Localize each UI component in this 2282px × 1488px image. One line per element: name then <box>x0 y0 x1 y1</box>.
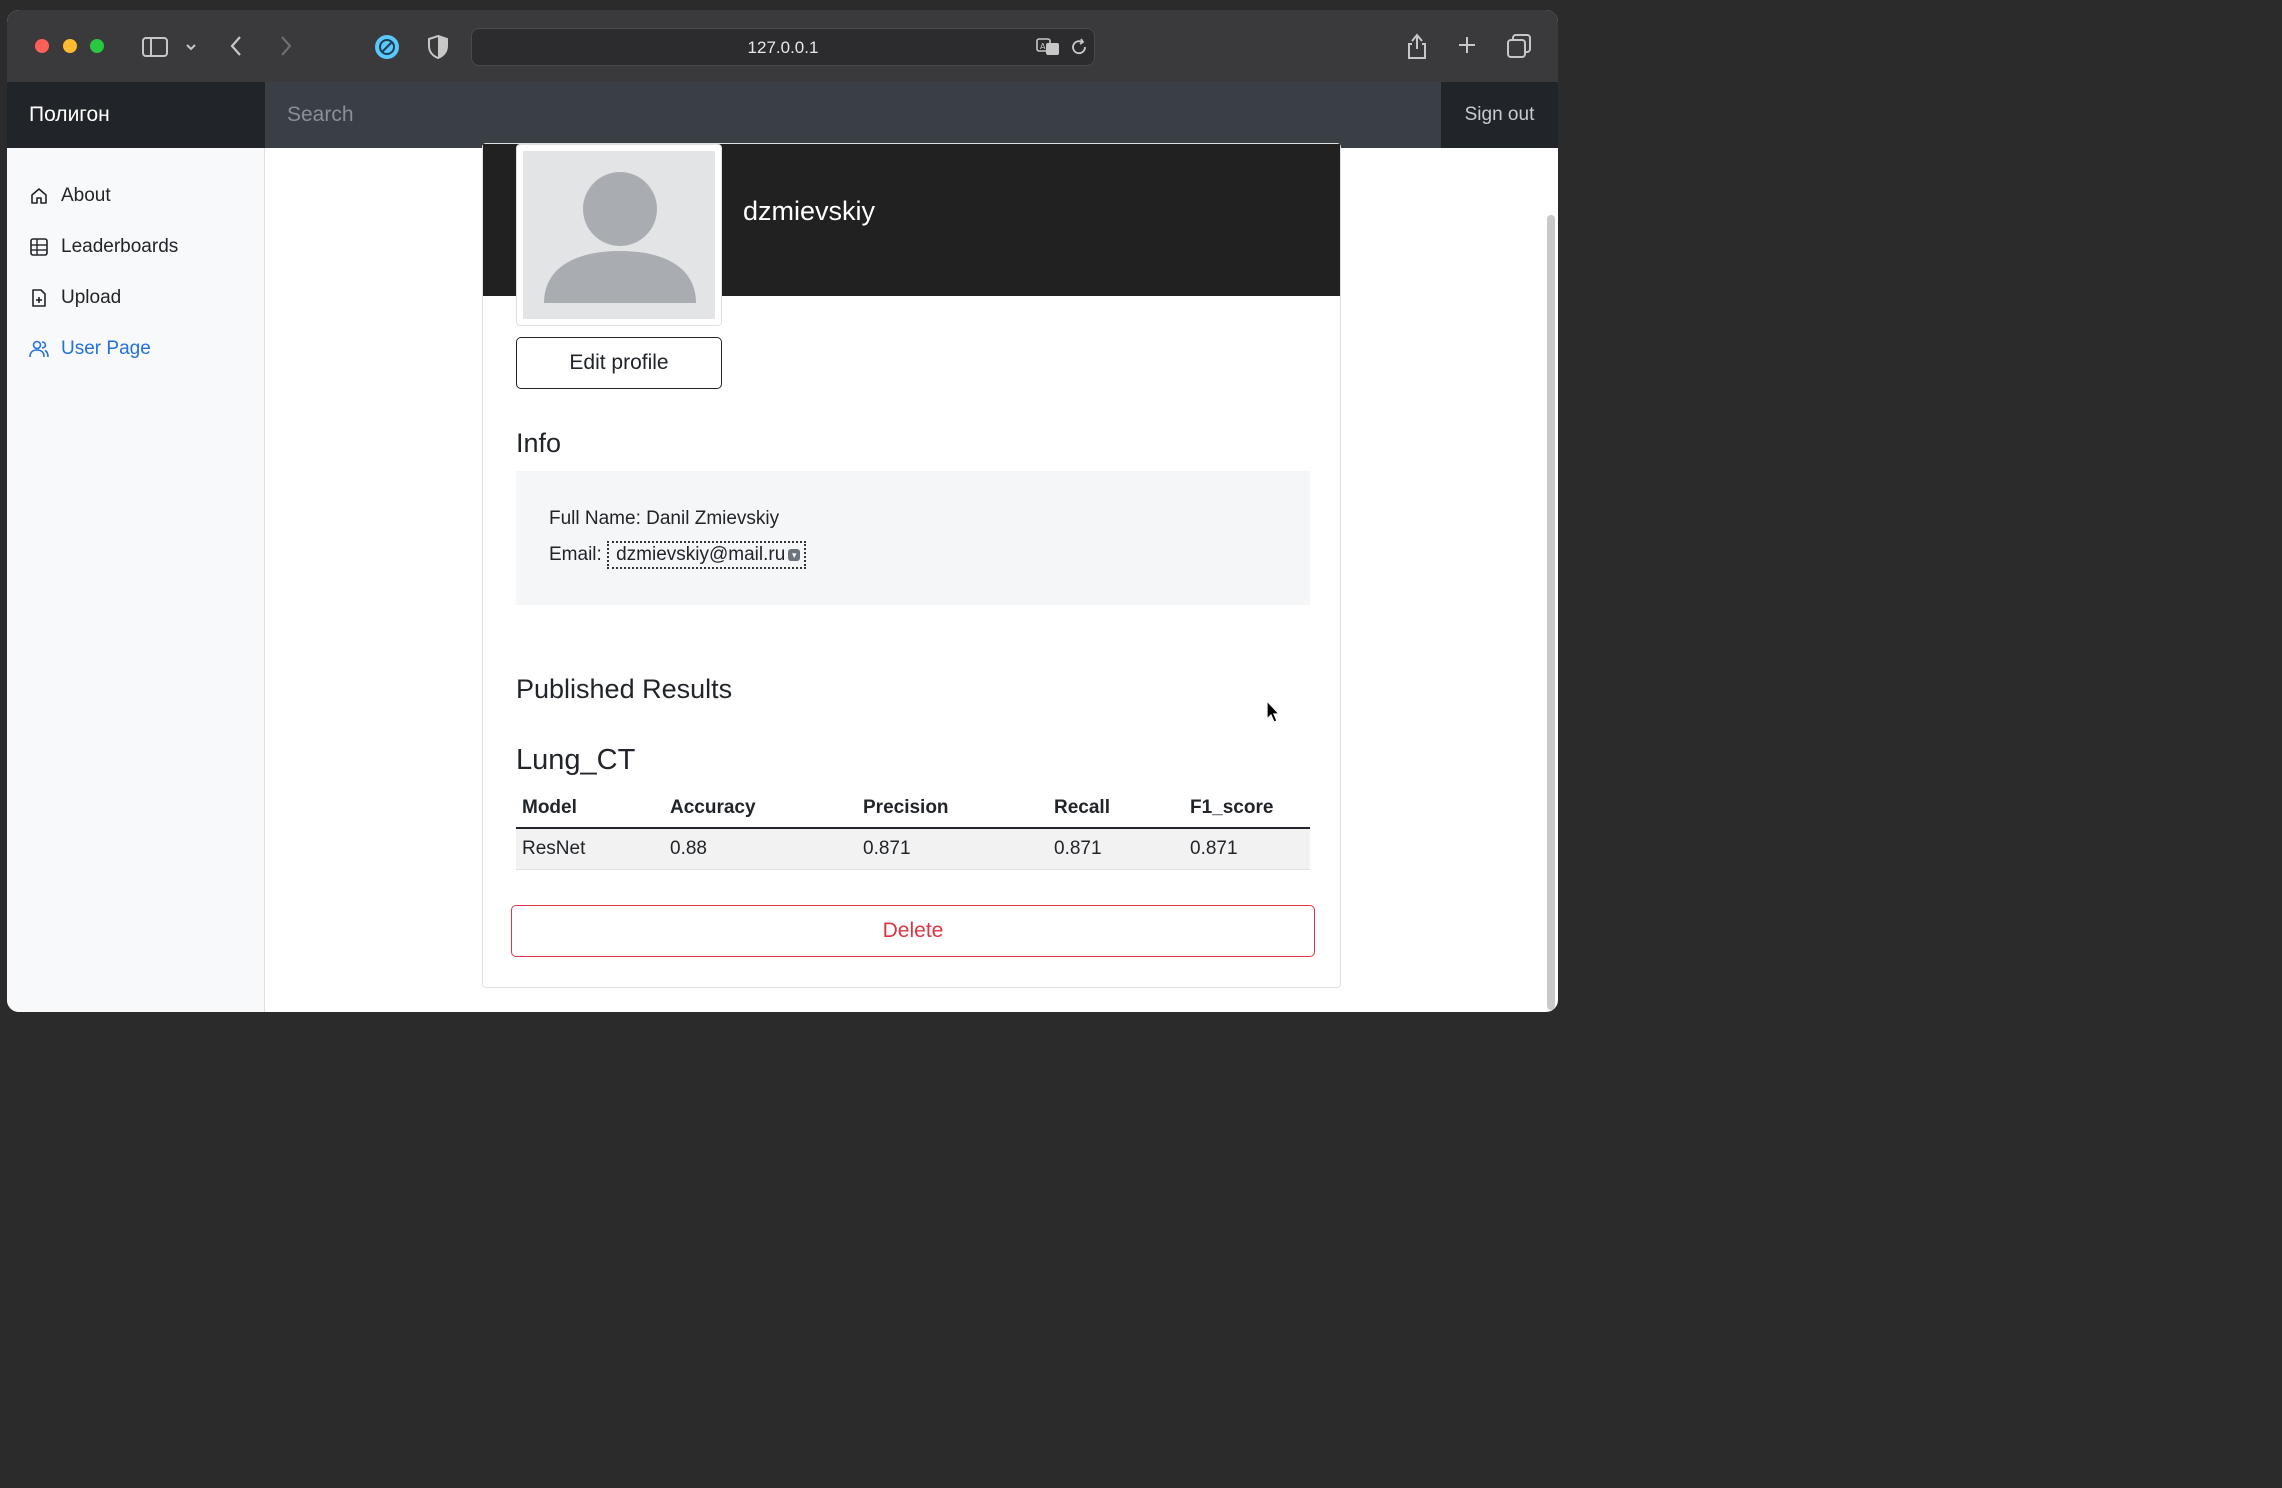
top-navbar: Полигон Sign out <box>7 82 1558 148</box>
profile-card: dzmievskiy Edit profile Info Full Name: … <box>482 143 1341 988</box>
dataset-title: Lung_CT <box>516 744 636 776</box>
column-header: Precision <box>857 789 1048 829</box>
email-row: Email: dzmievskiy@mail.ru ▾ <box>549 541 807 569</box>
info-heading: Info <box>516 428 562 458</box>
maximize-window-button[interactable] <box>90 39 104 53</box>
main-content: dzmievskiy Edit profile Info Full Name: … <box>265 143 1542 1012</box>
delete-button[interactable]: Delete <box>511 905 1315 957</box>
edit-profile-button[interactable]: Edit profile <box>516 337 722 389</box>
table-cell: 0.871 <box>1184 828 1310 870</box>
sidebar-item-label: Upload <box>61 287 122 308</box>
published-results-heading: Published Results <box>516 674 733 704</box>
sidebar-item-label: About <box>61 185 111 206</box>
user-silhouette-icon <box>544 172 696 303</box>
shield-icon[interactable] <box>427 34 449 60</box>
username: dzmievskiy <box>743 196 876 226</box>
browser-window: 127.0.0.1 A Полигон Search Sign out Abou… <box>7 10 1558 1012</box>
table-row: ResNet 0.88 0.871 0.871 0.871 <box>516 828 1310 870</box>
sign-out-link[interactable]: Sign out <box>1441 82 1558 148</box>
email-label: Email: <box>549 544 602 565</box>
search-input[interactable] <box>265 82 1441 148</box>
sidebar-toggle-icon[interactable] <box>142 37 168 57</box>
table-header-row: Model Accuracy Precision Recall F1_score <box>516 789 1310 829</box>
share-icon[interactable] <box>1406 32 1428 60</box>
results-table: Model Accuracy Precision Recall F1_score… <box>516 789 1310 870</box>
column-header: Recall <box>1048 789 1184 829</box>
dropdown-icon[interactable]: ▾ <box>788 549 801 561</box>
sidebar-item-user-page[interactable]: User Page <box>29 334 151 364</box>
home-icon <box>31 188 47 204</box>
sidebar-item-label: Leaderboards <box>61 236 179 257</box>
page-scrollbar[interactable] <box>1547 215 1555 1010</box>
back-icon[interactable] <box>229 35 243 57</box>
url-text[interactable]: 127.0.0.1 <box>472 38 1094 58</box>
sidebar-item-upload[interactable]: Upload <box>29 283 121 313</box>
users-icon <box>29 340 49 358</box>
email-link[interactable]: dzmievskiy@mail.ru ▾ <box>607 541 807 569</box>
avatar <box>516 144 722 326</box>
address-bar[interactable]: 127.0.0.1 A <box>471 28 1095 66</box>
svg-text:A: A <box>1040 42 1046 51</box>
tab-overview-icon[interactable] <box>1506 33 1532 59</box>
email-value: dzmievskiy@mail.ru <box>616 544 786 565</box>
extension-compass-icon[interactable] <box>374 34 400 60</box>
column-header: F1_score <box>1184 789 1310 829</box>
table-cell: 0.871 <box>1048 828 1184 870</box>
new-tab-icon[interactable] <box>1457 35 1477 55</box>
close-window-button[interactable] <box>35 39 49 53</box>
info-panel: Full Name: Danil Zmievskiy Email: dzmiev… <box>516 471 1310 605</box>
table-cell: ResNet <box>516 828 664 870</box>
sidebar-item-leaderboards[interactable]: Leaderboards <box>29 232 178 262</box>
sidebar-item-about[interactable]: About <box>29 181 111 211</box>
minimize-window-button[interactable] <box>63 39 77 53</box>
forward-icon[interactable] <box>279 35 293 57</box>
column-header: Accuracy <box>664 789 857 829</box>
browser-toolbar: 127.0.0.1 A <box>7 10 1558 83</box>
full-name-text: Full Name: Danil Zmievskiy <box>549 508 780 529</box>
sidebar-item-label: User Page <box>61 338 151 359</box>
reload-icon[interactable] <box>1070 38 1088 56</box>
sidebar: About Leaderboards Upload User Page <box>7 148 265 1012</box>
table-icon <box>30 238 48 256</box>
column-header: Model <box>516 789 664 829</box>
mouse-cursor-icon <box>1266 700 1281 723</box>
table-cell: 0.88 <box>664 828 857 870</box>
brand-link[interactable]: Полигон <box>7 82 265 148</box>
chevron-down-icon[interactable] <box>185 42 197 52</box>
file-plus-icon <box>32 289 46 307</box>
table-cell: 0.871 <box>857 828 1048 870</box>
translate-icon[interactable]: A <box>1036 37 1060 57</box>
